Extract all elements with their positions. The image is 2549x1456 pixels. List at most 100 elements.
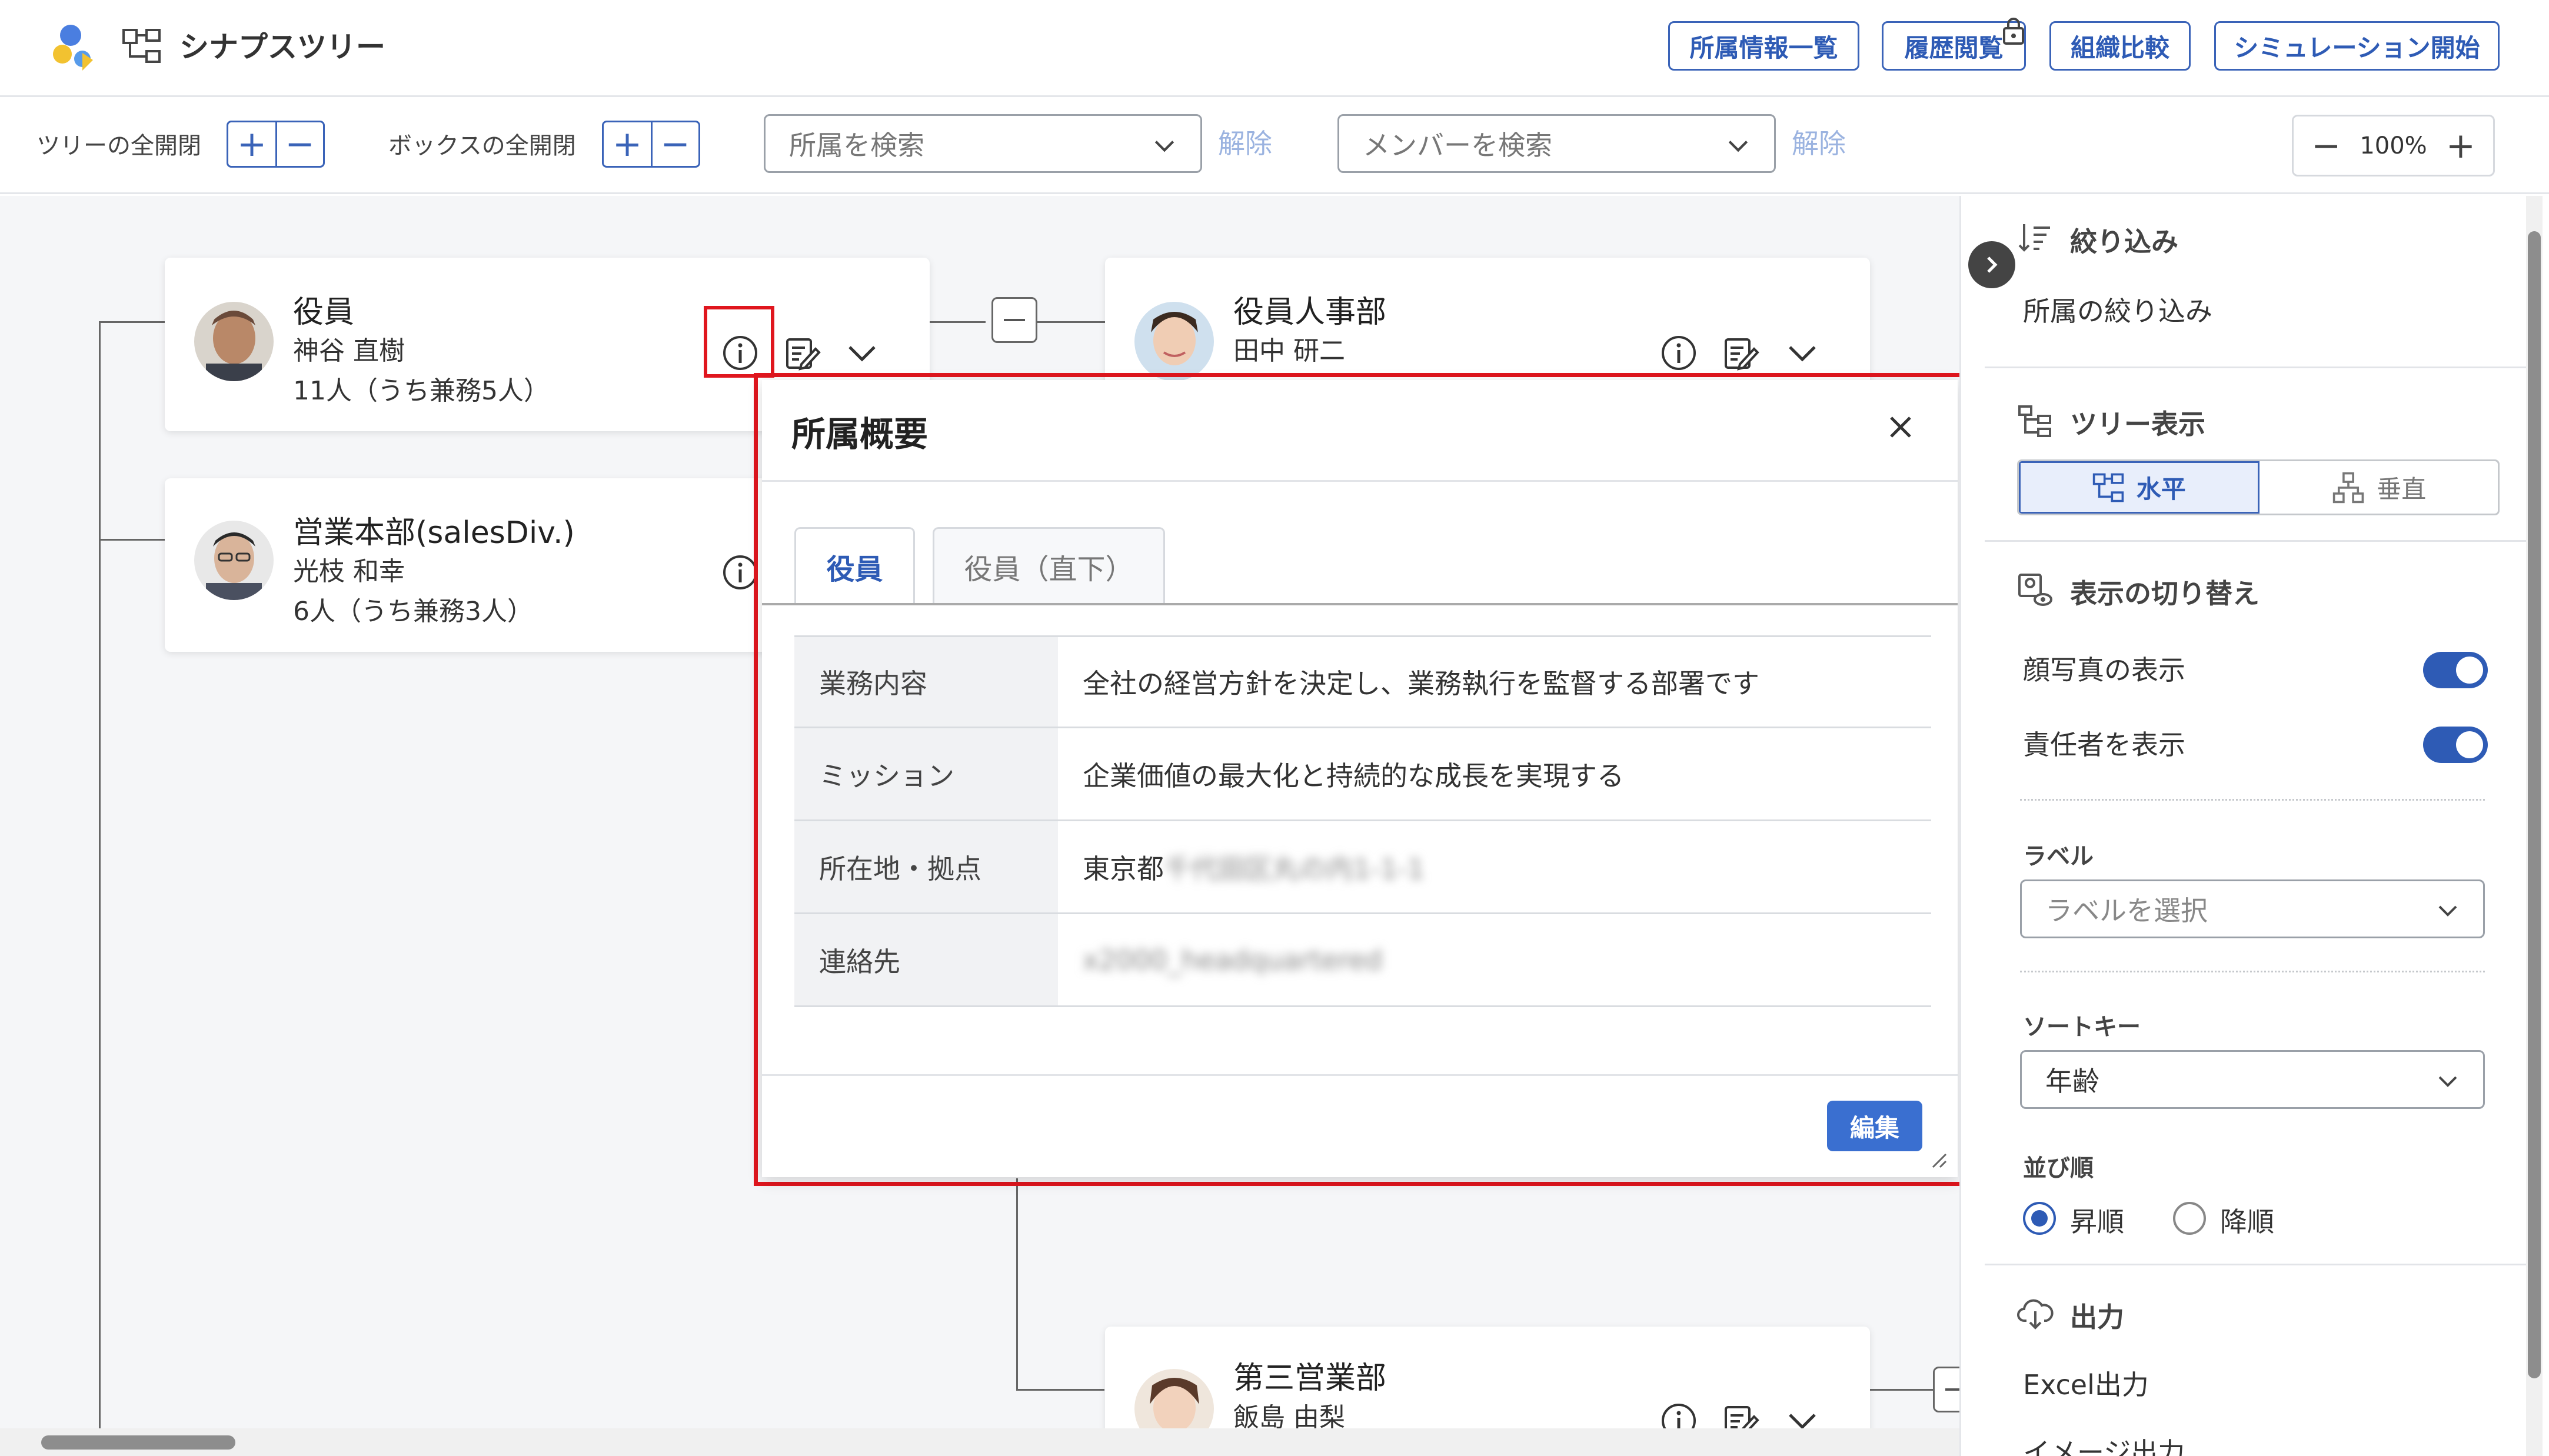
tree-expand-controls: + −	[227, 121, 325, 168]
resize-grip-icon[interactable]	[1928, 1150, 1948, 1170]
collapse-node-button[interactable]	[1933, 1367, 1959, 1412]
tab-executives[interactable]: 役員	[794, 527, 915, 604]
member-search-clear-link[interactable]: 解除	[1792, 126, 1846, 161]
avatar	[194, 521, 274, 600]
tree-expand-all-button[interactable]: +	[228, 122, 275, 166]
modal-divider	[762, 480, 1958, 482]
tree-expand-label: ツリーの全開閉	[36, 132, 201, 159]
member-search-placeholder: メンバーを検索	[1363, 129, 1552, 161]
start-simulation-button[interactable]: シミュレーション開始	[2214, 21, 2500, 71]
card-manager: 田中 研二	[1233, 336, 1345, 366]
info-icon[interactable]	[1658, 332, 1699, 374]
tree-connector	[1036, 321, 1105, 323]
order-desc-radio[interactable]	[2173, 1202, 2206, 1235]
card-title: 役員人事部	[1233, 295, 1387, 330]
show-photo-toggle[interactable]	[2423, 652, 2488, 688]
panel-scroll-thumb[interactable]	[2528, 231, 2541, 1378]
panel-collapse-button[interactable]	[1968, 241, 2015, 288]
row-value: 全社の経営方針を決定し、業務執行を監督する部署です	[1083, 668, 1759, 699]
tree-connector	[99, 321, 101, 1456]
avatar	[194, 302, 274, 381]
tab-underline	[762, 603, 1958, 605]
box-collapse-all-button[interactable]: −	[651, 122, 698, 166]
table-row: ミッション 企業価値の最大化と持続的な成長を実現する	[794, 728, 1931, 821]
tree-view-section-title: ツリー表示	[2070, 408, 2205, 440]
orientation-vertical-label: 垂直	[2377, 475, 2427, 504]
image-export-link[interactable]: イメージ出力	[2023, 1431, 2185, 1456]
dept-search-clear-link[interactable]: 解除	[1218, 126, 1272, 161]
tab-executives-direct[interactable]: 役員（直下）	[933, 527, 1165, 604]
row-value-redacted: x2000_headquartered	[1083, 944, 1383, 976]
box-expand-label: ボックスの全開閉	[388, 132, 576, 159]
collapse-node-button[interactable]	[991, 297, 1037, 343]
label-select-placeholder: ラベルを選択	[2045, 895, 2208, 927]
row-value-group: x2000_headquartered	[1058, 914, 1931, 1005]
chevron-down-icon	[2438, 1076, 2457, 1087]
output-section-title: 出力	[2070, 1301, 2124, 1333]
card-member-count: 6人（うち兼務3人）	[293, 597, 533, 627]
box-expand-all-button[interactable]: +	[604, 122, 651, 166]
label-field-title: ラベル	[2023, 843, 2094, 870]
zoom-out-button[interactable]: −	[2311, 125, 2341, 166]
horizontal-tree-icon	[2092, 473, 2124, 502]
chevron-down-icon	[1728, 141, 1748, 152]
zoom-in-button[interactable]: +	[2446, 125, 2475, 166]
label-select[interactable]: ラベルを選択	[2020, 879, 2485, 938]
settings-panel: 絞り込み 所属の絞り込み ツリー表示 水平 垂直 表示の切り替え 顔写真の表示 …	[1959, 196, 2549, 1456]
tree-connector	[1016, 1178, 1018, 1390]
order-title: 並び順	[2023, 1155, 2094, 1182]
card-title: 役員	[293, 295, 355, 330]
chevron-down-icon[interactable]	[1782, 332, 1823, 374]
row-key: 所在地・拠点	[794, 821, 1058, 912]
filter-dept-link[interactable]: 所属の絞り込み	[2023, 290, 2212, 329]
horizontal-scroll-thumb[interactable]	[41, 1435, 235, 1450]
display-toggle-icon	[2018, 574, 2052, 606]
table-row: 連絡先 x2000_headquartered	[794, 914, 1931, 1007]
table-row: 業務内容 全社の経営方針を決定し、業務執行を監督する部署です	[794, 635, 1931, 728]
edit-note-icon[interactable]	[781, 332, 823, 374]
chevron-down-icon[interactable]	[841, 332, 883, 374]
tree-connector	[1016, 1389, 1104, 1391]
dept-search-select[interactable]: 所属を検索	[764, 114, 1202, 173]
card-manager: 神谷 直樹	[293, 336, 405, 366]
close-icon[interactable]	[1883, 409, 1918, 445]
chevron-down-icon	[2438, 905, 2457, 917]
overview-table: 業務内容 全社の経営方針を決定し、業務執行を監督する部署です ミッション 企業価…	[794, 635, 1931, 1007]
zoom-level: 100%	[2360, 132, 2427, 159]
member-search-select[interactable]: メンバーを検索	[1337, 114, 1776, 173]
org-compare-button[interactable]: 組織比較	[2049, 21, 2191, 71]
tree-collapse-all-button[interactable]: −	[275, 122, 322, 166]
panel-dotted-divider	[2020, 971, 2485, 972]
edit-button[interactable]: 編集	[1827, 1101, 1922, 1151]
lock-icon	[2003, 18, 2024, 45]
orientation-vertical-option[interactable]: 垂直	[2260, 461, 2498, 514]
edit-note-icon[interactable]	[1720, 332, 1761, 374]
card-title: 営業本部(salesDiv.)	[293, 515, 575, 551]
filter-section-title: 絞り込み	[2070, 226, 2178, 258]
panel-divider	[1985, 367, 2538, 368]
toolbar: ツリーの全開閉 + − ボックスの全開閉 + − 所属を検索 解除 メンバーを検…	[0, 99, 2549, 194]
chevron-down-icon	[1154, 141, 1174, 152]
panel-vertical-scrollbar[interactable]	[2526, 196, 2543, 1456]
order-desc-label: 降順	[2220, 1206, 2274, 1238]
modal-footer-divider	[762, 1074, 1958, 1076]
horizontal-scrollbar[interactable]	[0, 1428, 1959, 1456]
order-asc-label: 昇順	[2070, 1206, 2124, 1238]
card-member-count: 11人（うち兼務5人）	[293, 376, 550, 406]
show-photo-label: 顔写真の表示	[2023, 654, 2185, 686]
dept-info-list-button[interactable]: 所属情報一覧	[1668, 21, 1859, 71]
excel-export-link[interactable]: Excel出力	[2023, 1364, 2149, 1402]
row-value-redacted: 千代田区丸の内1-1-1	[1164, 852, 1425, 885]
display-section-title: 表示の切り替え	[2070, 578, 2260, 609]
orientation-horizontal-label: 水平	[2136, 475, 2186, 504]
tree-connector	[99, 539, 165, 541]
show-manager-toggle[interactable]	[2423, 727, 2488, 763]
app-header: シナプスツリー 所属情報一覧 履歴閲覧 組織比較 シミュレーション開始	[0, 0, 2549, 97]
sort-key-select[interactable]: 年齢	[2020, 1050, 2485, 1109]
tree-connector	[930, 321, 986, 323]
row-value-group: 東京都 千代田区丸の内1-1-1	[1058, 821, 1931, 912]
cloud-download-icon	[2017, 1299, 2054, 1330]
orientation-horizontal-option[interactable]: 水平	[2019, 461, 2260, 514]
order-asc-radio[interactable]	[2023, 1202, 2056, 1235]
vertical-tree-icon	[2333, 472, 2364, 503]
